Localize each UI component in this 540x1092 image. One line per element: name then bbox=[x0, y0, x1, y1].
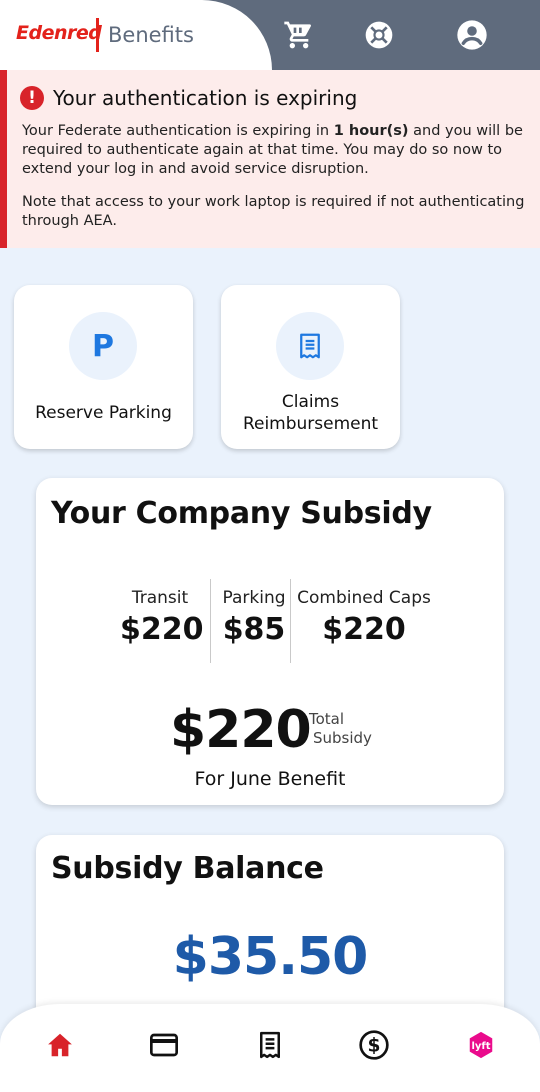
alert-body-prefix: Your Federate authentication is expiring… bbox=[22, 123, 334, 139]
company-subsidy-title: Your Company Subsidy bbox=[51, 496, 432, 531]
claims-reimbursement-label: Claims Reimbursement bbox=[242, 392, 379, 434]
alert-title: Your authentication is expiring bbox=[53, 86, 358, 110]
subsidy-balance-title: Subsidy Balance bbox=[51, 851, 324, 886]
claims-reimbursement-tile[interactable]: Claims Reimbursement bbox=[221, 285, 400, 449]
cap-divider bbox=[210, 579, 211, 663]
alert-body: Your Federate authentication is expiring… bbox=[20, 122, 526, 179]
support-icon[interactable] bbox=[362, 18, 396, 52]
combined-cap: Combined Caps $220 bbox=[294, 588, 434, 647]
home-icon[interactable] bbox=[43, 1028, 77, 1062]
edenred-logo: Edenred bbox=[16, 22, 102, 44]
parking-cap-value: $85 bbox=[222, 612, 286, 647]
benefit-period: For June Benefit bbox=[194, 768, 346, 790]
brand-tab[interactable]: Edenred Benefits bbox=[0, 0, 272, 70]
lyft-icon[interactable]: lyft bbox=[464, 1028, 498, 1062]
parking-cap-label: Parking bbox=[222, 588, 286, 608]
parking-icon-glyph: P bbox=[92, 328, 114, 364]
card-icon[interactable] bbox=[147, 1028, 181, 1062]
parking-cap: Parking $85 bbox=[214, 588, 294, 647]
reserve-parking-label: Reserve Parking bbox=[35, 403, 172, 423]
brand-divider bbox=[96, 18, 99, 52]
auth-expiring-alert: ! Your authentication is expiring Your F… bbox=[0, 70, 540, 248]
transit-cap-label: Transit bbox=[131, 588, 189, 608]
dollar-icon[interactable]: $ bbox=[357, 1028, 391, 1062]
svg-text:$: $ bbox=[368, 1036, 381, 1057]
app-header: Edenred Benefits bbox=[0, 0, 540, 70]
receipt-icon[interactable] bbox=[253, 1028, 287, 1062]
total-subsidy-label: Total Subsidy bbox=[309, 710, 372, 748]
subsidy-balance-value: $35.50 bbox=[172, 927, 369, 987]
alert-body-duration: 1 hour(s) bbox=[333, 123, 409, 139]
combined-cap-value: $220 bbox=[322, 612, 406, 647]
cart-icon[interactable] bbox=[282, 18, 316, 52]
alert-title-row: ! Your authentication is expiring bbox=[20, 86, 526, 110]
transit-cap-value: $220 bbox=[120, 612, 204, 647]
bottom-nav: $ lyft bbox=[0, 1004, 540, 1092]
account-icon[interactable] bbox=[455, 18, 489, 52]
alert-icon: ! bbox=[20, 86, 44, 110]
total-label-line2: Subsidy bbox=[313, 729, 372, 747]
parking-icon: P bbox=[69, 312, 137, 380]
total-label-line1: Total bbox=[309, 710, 345, 728]
transit-cap: Transit $220 bbox=[120, 588, 204, 647]
cap-divider bbox=[290, 579, 291, 663]
receipt-icon bbox=[276, 312, 344, 380]
combined-cap-label: Combined Caps bbox=[297, 588, 431, 608]
alert-note: Note that access to your work laptop is … bbox=[22, 194, 525, 229]
total-subsidy-value: $220 bbox=[170, 700, 312, 760]
brand-name: Benefits bbox=[108, 23, 194, 47]
reserve-parking-tile[interactable]: P Reserve Parking bbox=[14, 285, 193, 449]
company-subsidy-card: Your Company Subsidy Transit $220 Parkin… bbox=[36, 478, 504, 805]
lyft-icon-text: lyft bbox=[471, 1041, 490, 1052]
